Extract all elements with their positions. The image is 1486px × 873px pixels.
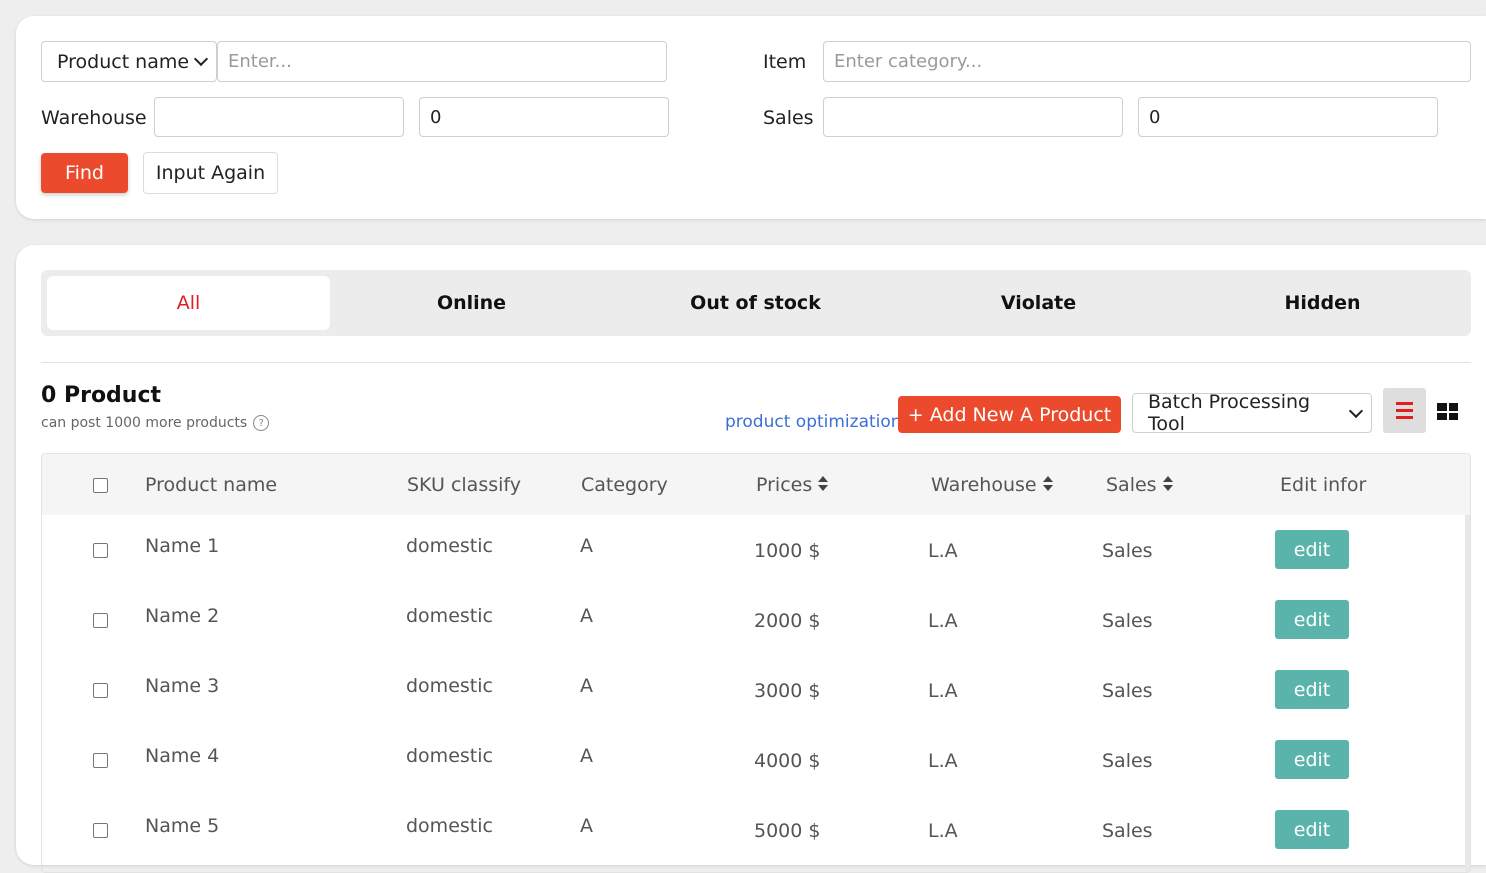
row-checkbox[interactable]: [93, 543, 108, 558]
cell-price: 5000 $: [754, 820, 821, 842]
cell-sales: Sales: [1102, 820, 1153, 842]
cell-category: A: [580, 605, 593, 627]
warehouse-max-input[interactable]: [419, 97, 669, 137]
search-type-value: Product name: [57, 50, 190, 73]
header-sku-classify: SKU classify: [407, 474, 521, 496]
product-name-search-input[interactable]: [217, 41, 667, 82]
divider: [41, 362, 1471, 363]
cell-sales: Sales: [1102, 680, 1153, 702]
grid-view-icon[interactable]: [1437, 403, 1458, 420]
header-category: Category: [581, 474, 668, 496]
category-input[interactable]: [823, 41, 1471, 82]
sales-max-input[interactable]: [1138, 97, 1438, 137]
table-row: Name 4 domestic A 4000 $ L.A Sales edit: [42, 725, 1470, 795]
tab-all[interactable]: All: [47, 276, 330, 330]
edit-button[interactable]: edit: [1275, 670, 1349, 709]
cell-sku: domestic: [406, 745, 493, 767]
header-prices[interactable]: Prices: [756, 474, 829, 496]
sort-icon[interactable]: [818, 475, 829, 492]
cell-sku: domestic: [406, 675, 493, 697]
tab-violate[interactable]: Violate: [897, 276, 1180, 330]
item-label: Item: [763, 51, 807, 73]
cell-price: 3000 $: [754, 680, 821, 702]
tab-out-of-stock[interactable]: Out of stock: [614, 276, 897, 330]
tab-online[interactable]: Online: [330, 276, 613, 330]
table-row: Name 5 domestic A 5000 $ L.A Sales edit: [42, 795, 1470, 865]
table-row: Name 1 domestic A 1000 $ L.A Sales edit: [42, 515, 1470, 585]
cell-warehouse: L.A: [928, 610, 958, 632]
row-checkbox[interactable]: [93, 753, 108, 768]
product-list-panel: All Online Out of stock Violate Hidden 0…: [16, 245, 1486, 873]
cell-warehouse: L.A: [928, 680, 958, 702]
edit-button[interactable]: edit: [1275, 740, 1349, 779]
status-tabs: All Online Out of stock Violate Hidden: [41, 270, 1471, 336]
product-table: Product name SKU classify Category Price…: [41, 453, 1471, 873]
row-checkbox[interactable]: [93, 683, 108, 698]
cell-product-name: Name 5: [145, 815, 220, 837]
product-count: 0 Product: [41, 383, 162, 408]
table-header: Product name SKU classify Category Price…: [42, 454, 1470, 515]
batch-processing-select[interactable]: Batch Processing Tool: [1132, 391, 1372, 435]
row-checkbox[interactable]: [93, 823, 108, 838]
cell-category: A: [580, 815, 593, 837]
table-row: Name 2 domestic A 2000 $ L.A Sales edit: [42, 585, 1470, 655]
sort-icon[interactable]: [1042, 475, 1053, 492]
header-warehouse-label: Warehouse: [931, 474, 1037, 496]
post-limit-note: can post 1000 more products ?: [41, 415, 270, 431]
cell-category: A: [580, 535, 593, 557]
cell-product-name: Name 3: [145, 675, 220, 697]
edit-button[interactable]: edit: [1275, 600, 1349, 639]
header-warehouse[interactable]: Warehouse: [931, 474, 1053, 496]
header-prices-label: Prices: [756, 474, 813, 496]
cell-price: 4000 $: [754, 750, 821, 772]
header-sales-label: Sales: [1106, 474, 1157, 496]
cell-product-name: Name 4: [145, 745, 220, 767]
batch-processing-value: Batch Processing Tool: [1148, 391, 1311, 435]
search-type-select[interactable]: Product name: [41, 41, 217, 82]
sales-label: Sales: [763, 107, 814, 129]
header-sales[interactable]: Sales: [1106, 474, 1173, 496]
cell-sales: Sales: [1102, 540, 1153, 562]
table-row: Name 3 domestic A 3000 $ L.A Sales edit: [42, 655, 1470, 725]
warehouse-label: Warehouse: [41, 107, 147, 129]
product-optimization-link[interactable]: product optimization: [725, 412, 902, 432]
input-again-button[interactable]: Input Again: [143, 152, 278, 194]
cell-sku: domestic: [406, 605, 493, 627]
find-button[interactable]: Find: [41, 153, 128, 193]
warehouse-min-input[interactable]: [154, 97, 404, 137]
post-limit-text: can post 1000 more products: [41, 415, 248, 431]
chevron-down-icon: [193, 51, 209, 67]
cell-warehouse: L.A: [928, 750, 958, 772]
cell-price: 2000 $: [754, 610, 821, 632]
add-product-button[interactable]: + Add New A Product: [898, 396, 1121, 433]
cell-sku: domestic: [406, 815, 493, 837]
sales-min-input[interactable]: [823, 97, 1123, 137]
help-icon[interactable]: ?: [253, 415, 270, 431]
cell-sku: domestic: [406, 535, 493, 557]
edit-button[interactable]: edit: [1275, 810, 1349, 849]
header-product-name: Product name: [145, 474, 278, 496]
list-view-icon[interactable]: [1383, 388, 1426, 433]
sort-icon[interactable]: [1162, 475, 1173, 492]
cell-warehouse: L.A: [928, 540, 958, 562]
cell-price: 1000 $: [754, 540, 821, 562]
row-checkbox[interactable]: [93, 613, 108, 628]
cell-product-name: Name 1: [145, 535, 220, 557]
cell-category: A: [580, 745, 593, 767]
tab-hidden[interactable]: Hidden: [1181, 276, 1464, 330]
cell-warehouse: L.A: [928, 820, 958, 842]
cell-category: A: [580, 675, 593, 697]
header-edit-infor: Edit infor: [1280, 474, 1367, 496]
table-scrollbar[interactable]: [1465, 515, 1470, 872]
cell-product-name: Name 2: [145, 605, 220, 627]
chevron-down-icon: [1348, 403, 1364, 418]
select-all-checkbox[interactable]: [93, 478, 108, 493]
cell-sales: Sales: [1102, 750, 1153, 772]
filter-panel: Product name Item Warehouse Sales Find I…: [16, 16, 1486, 219]
cell-sales: Sales: [1102, 610, 1153, 632]
edit-button[interactable]: edit: [1275, 530, 1349, 569]
